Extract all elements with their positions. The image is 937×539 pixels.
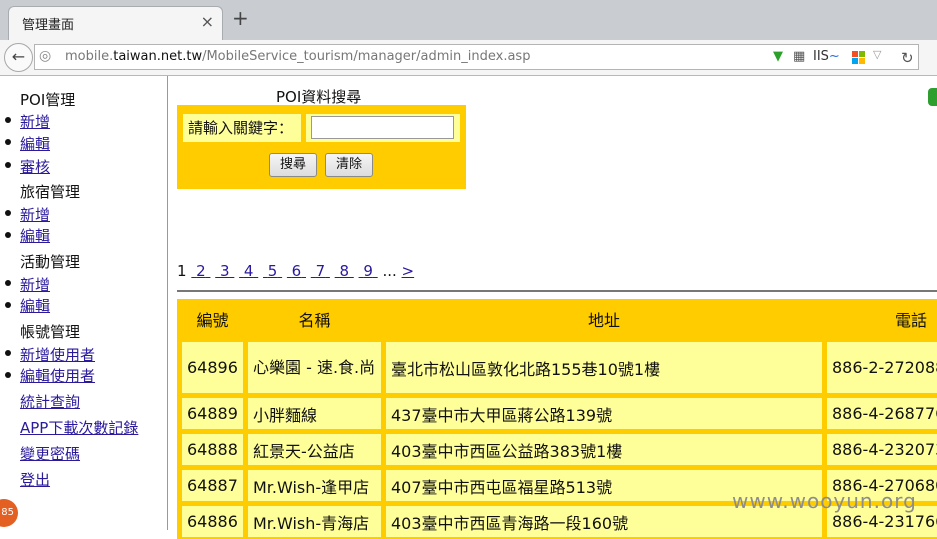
back-arrow-icon[interactable]: ←	[4, 43, 33, 72]
bullet	[5, 372, 11, 378]
extension-icon[interactable]	[928, 88, 937, 106]
poi-edit-link[interactable]: 編輯	[20, 133, 50, 154]
cell-id: 64888	[182, 434, 243, 465]
keyword-cell	[306, 114, 460, 142]
url-text: mobile.taiwan.net.tw/MobileService_touri…	[65, 49, 531, 64]
page-link[interactable]: 9	[359, 262, 378, 280]
bullet	[5, 210, 11, 216]
tab-title: 管理畫面	[22, 18, 75, 33]
cell-name: Mr.Wish-逢甲店	[248, 470, 381, 501]
logout-link[interactable]: 登出	[20, 469, 50, 490]
cell-id: 64887	[182, 470, 243, 501]
bullet	[5, 350, 11, 356]
page-link[interactable]: 6	[287, 262, 306, 280]
reload-icon[interactable]: ↻	[901, 49, 914, 67]
iis-icon[interactable]: IIS~	[813, 49, 840, 64]
cell-name: Mr.Wish-青海店	[248, 506, 381, 537]
page-link[interactable]: 4	[239, 262, 258, 280]
stats-query-link[interactable]: 統計查詢	[20, 391, 80, 412]
current-page: 1	[177, 262, 187, 280]
shield-icon[interactable]: ▼	[773, 49, 783, 64]
search-panel: 請輸入關鍵字： 搜尋 清除	[177, 105, 466, 189]
event-management-header: 活動管理	[20, 253, 81, 271]
header-name: 名稱	[298, 311, 331, 330]
cell-phone: 886-4-23207311	[827, 434, 937, 465]
cell-address: 437臺中市大甲區蔣公路139號	[386, 398, 822, 429]
sidebar: POI管理 新增 編輯 審核 旅宿管理 新增 編輯 活動管理 新增 編輯 帳號管…	[0, 76, 168, 530]
divider	[177, 290, 937, 292]
bullet	[5, 232, 11, 238]
bullet	[5, 302, 11, 308]
qr-code-icon[interactable]: ▦	[793, 49, 805, 64]
hotel-management-header: 旅宿管理	[20, 183, 81, 201]
address-bar[interactable]: ◎ mobile.taiwan.net.tw/MobileService_tou…	[34, 44, 919, 70]
event-add-link[interactable]: 新增	[20, 274, 50, 295]
next-page-link[interactable]: >	[402, 262, 415, 280]
bullet	[5, 280, 11, 286]
browser-tab[interactable]: 管理畫面 ×	[8, 6, 223, 40]
cell-name: 心樂園 - 速.食.尚	[248, 342, 381, 393]
dropdown-arrow-icon[interactable]: ▽	[873, 48, 881, 61]
pagination: 1 2 3 4 5 6 7 8 9 ... >	[177, 262, 414, 280]
clear-button[interactable]: 清除	[325, 153, 373, 177]
header-address: 地址	[587, 311, 620, 330]
edit-user-link[interactable]: 編輯使用者	[20, 365, 95, 386]
hotel-edit-link[interactable]: 編輯	[20, 225, 50, 246]
change-password-link[interactable]: 變更密碼	[20, 443, 80, 464]
globe-icon: ◎	[39, 48, 52, 64]
pagination-ellipsis: ...	[382, 262, 397, 280]
page-link[interactable]: 7	[311, 262, 330, 280]
cell-name: 小胖麵線	[248, 398, 381, 429]
bullet	[5, 117, 11, 123]
cell-id: 64896	[182, 342, 243, 393]
header-phone: 電話	[894, 311, 927, 330]
page-link[interactable]: 3	[215, 262, 234, 280]
search-button[interactable]: 搜尋	[269, 153, 317, 177]
cell-address: 臺北市松山區敦化北路155巷10號1樓	[386, 342, 822, 393]
cell-phone: 886-4-26877655	[827, 398, 937, 429]
page-link[interactable]: 5	[263, 262, 282, 280]
add-user-link[interactable]: 新增使用者	[20, 344, 95, 365]
account-management-header: 帳號管理	[20, 323, 81, 341]
navigation-bar: ← ◎ mobile.taiwan.net.tw/MobileService_t…	[0, 40, 937, 106]
bullet	[5, 162, 11, 168]
cell-name: 紅景天-公益店	[248, 434, 381, 465]
keyword-label: 請輸入關鍵字：	[183, 114, 301, 142]
keyword-input[interactable]	[311, 116, 454, 139]
cell-phone: 886-2-27208860	[827, 342, 937, 393]
poi-review-link[interactable]: 審核	[20, 156, 50, 177]
search-title: POI資料搜尋	[276, 88, 362, 106]
windows-logo-icon[interactable]	[852, 51, 866, 65]
browser-tab-bar: 管理畫面 × +	[0, 0, 937, 40]
header-id: 編號	[196, 311, 229, 330]
app-downloads-link[interactable]: APP下載次數記錄	[20, 417, 138, 438]
page-link[interactable]: 2	[191, 262, 210, 280]
cell-address: 403臺中市西區公益路383號1樓	[386, 434, 822, 465]
event-edit-link[interactable]: 編輯	[20, 295, 50, 316]
bullet	[5, 139, 11, 145]
hotel-add-link[interactable]: 新增	[20, 204, 50, 225]
new-tab-button[interactable]: +	[232, 8, 249, 28]
page-link[interactable]: 8	[335, 262, 354, 280]
watermark: www.wooyun.org	[732, 489, 917, 513]
poi-management-header: POI管理	[20, 91, 76, 109]
poi-add-link[interactable]: 新增	[20, 111, 50, 132]
cell-id: 64886	[182, 506, 243, 537]
tab-close-icon[interactable]: ×	[201, 12, 214, 31]
url-domain: taiwan.net.tw	[113, 49, 203, 64]
cell-id: 64889	[182, 398, 243, 429]
